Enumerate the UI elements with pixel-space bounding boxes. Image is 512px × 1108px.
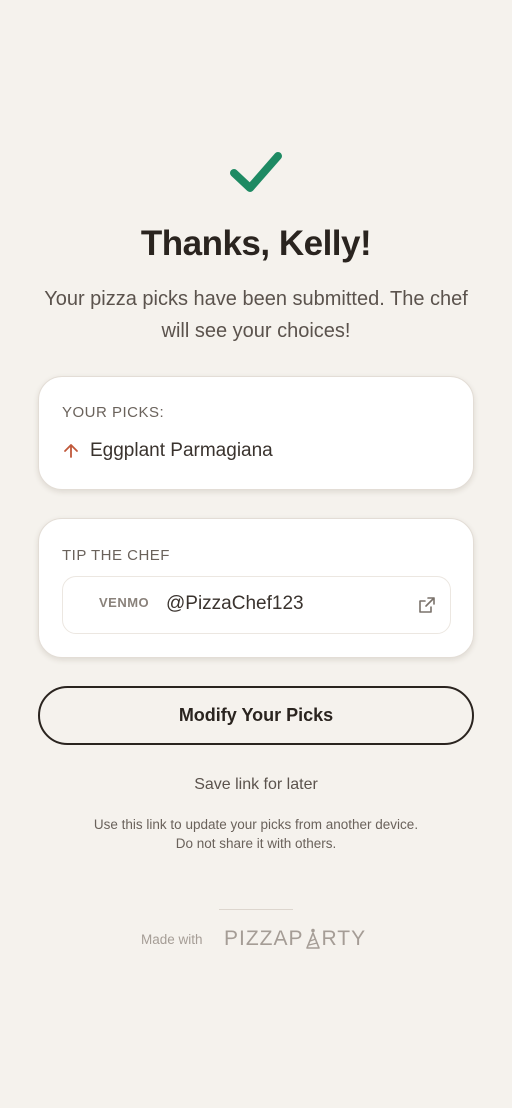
page-title: Thanks, Kelly! (140, 224, 372, 263)
venmo-handle: @PizzaChef123 (166, 593, 304, 614)
footer-divider (219, 909, 293, 910)
pick-name: Eggplant Parmagiana (90, 440, 273, 461)
brand-text-part2: RTY (321, 927, 367, 950)
save-link-note-line1: Use this link to update your picks from … (93, 817, 419, 832)
external-link-icon[interactable] (418, 596, 436, 614)
save-link-note-line2: Do not share it with others. (175, 836, 337, 851)
venmo-link[interactable]: VENMO @PizzaChef123 (62, 576, 451, 634)
made-with-text: Made with (141, 932, 203, 947)
picks-label: YOUR PICKS: (62, 404, 165, 421)
check-icon (230, 152, 282, 192)
tip-card: TIP THE CHEF VENMO @PizzaChef123 (38, 518, 474, 658)
arrow-up-icon (64, 444, 78, 458)
save-link-button[interactable]: Save link for later (0, 776, 512, 794)
tip-label: TIP THE CHEF (62, 547, 170, 564)
venmo-label: VENMO (99, 595, 150, 610)
pizzaparty-logo[interactable]: PIZZAP RTY (224, 924, 366, 954)
pick-item: Eggplant Parmagiana (62, 440, 273, 462)
brand-text-part1: PIZZAP (224, 927, 304, 950)
picks-card: YOUR PICKS: Eggplant Parmagiana (38, 376, 474, 490)
modify-picks-button[interactable]: Modify Your Picks (38, 686, 474, 745)
party-hat-icon (305, 928, 320, 949)
confirmation-message: Your pizza picks have been submitted. Th… (44, 288, 468, 342)
